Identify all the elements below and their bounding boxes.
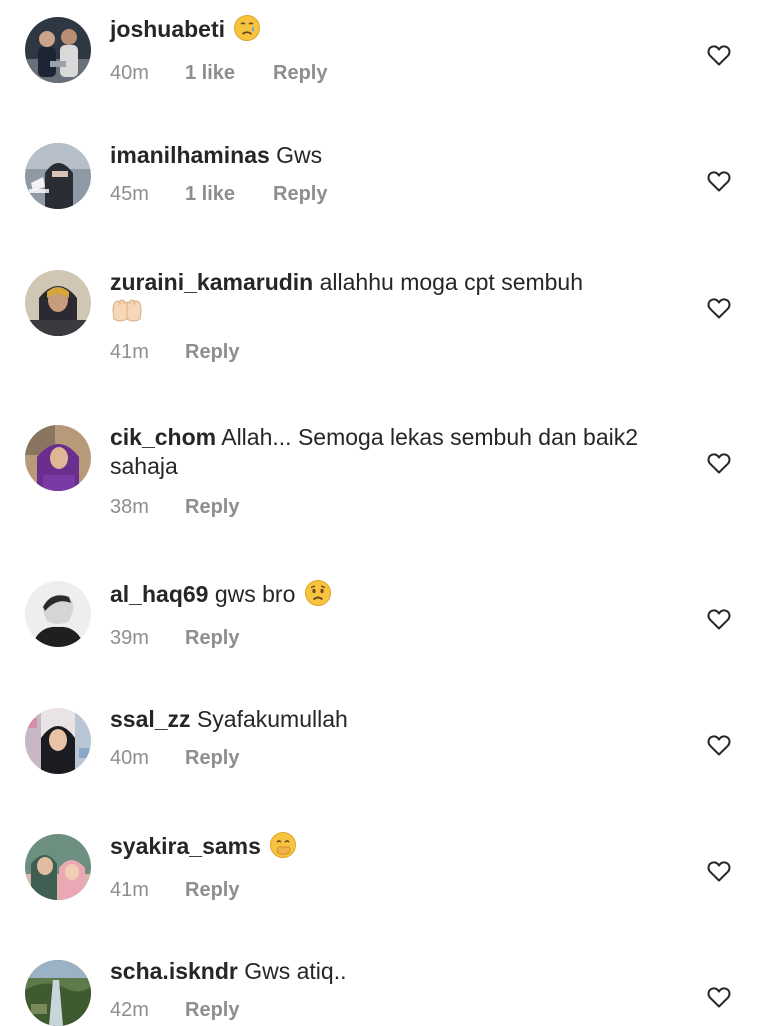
reply-button[interactable]: Reply (185, 495, 239, 519)
face-with-hand-over-mouth-emoji (269, 831, 297, 866)
comment-line: imanilhaminas Gws (110, 141, 670, 170)
comment-meta: 41m Reply (110, 340, 670, 364)
avatar[interactable] (25, 834, 91, 900)
comment-time: 40m (110, 747, 149, 769)
avatar-image (25, 425, 91, 491)
avatar[interactable] (25, 425, 91, 491)
comment-text: gws bro (214, 581, 296, 607)
reply-button[interactable]: Reply (273, 61, 327, 85)
avatar-image (25, 17, 91, 83)
username-link[interactable]: imanilhaminas (110, 142, 270, 168)
comment-line: al_haq69 gws bro (110, 579, 670, 614)
username-link[interactable]: syakira_sams (110, 833, 261, 859)
username-link[interactable]: scha.iskndr (110, 958, 238, 984)
crying-face-emoji (233, 14, 261, 49)
comment-line: scha.iskndr Gws atiq.. (110, 957, 670, 986)
avatar[interactable] (25, 581, 91, 647)
comment-line: ssal_zz Syafakumullah (110, 705, 670, 734)
comment-meta: 40m Reply (110, 746, 670, 770)
heart-icon[interactable] (706, 858, 732, 884)
comment-meta: 42m Reply (110, 998, 670, 1022)
reply-button[interactable]: Reply (185, 746, 239, 770)
comment-text: Gws (276, 142, 323, 168)
worried-face-emoji (304, 579, 332, 614)
avatar-image (25, 143, 91, 209)
comment-time: 42m (110, 999, 149, 1021)
comment-meta: 40m 1 like Reply (110, 61, 670, 85)
username-link[interactable]: joshuabeti (110, 16, 225, 42)
reply-button[interactable]: Reply (273, 182, 327, 206)
comment-line: joshuabeti (110, 14, 670, 49)
comment-time: 39m (110, 627, 149, 649)
comment-time: 41m (110, 879, 149, 901)
reply-button[interactable]: Reply (185, 878, 239, 902)
comment-time: 45m (110, 183, 149, 205)
heart-icon[interactable] (706, 606, 732, 632)
palms-up-together-emoji (110, 297, 144, 332)
heart-icon[interactable] (706, 168, 732, 194)
heart-icon[interactable] (706, 450, 732, 476)
likes-count[interactable]: 1 like (185, 182, 273, 206)
reply-button[interactable]: Reply (185, 626, 239, 650)
heart-icon[interactable] (706, 984, 732, 1010)
username-link[interactable]: zuraini_kamarudin (110, 269, 313, 295)
avatar-image (25, 834, 91, 900)
comment-meta: 39m Reply (110, 626, 670, 650)
heart-icon[interactable] (706, 295, 732, 321)
avatar[interactable] (25, 708, 91, 774)
comment-meta: 45m 1 like Reply (110, 182, 670, 206)
avatar-image (25, 708, 91, 774)
comment-time: 40m (110, 62, 149, 84)
username-link[interactable]: al_haq69 (110, 581, 208, 607)
avatar-image (25, 581, 91, 647)
heart-icon[interactable] (706, 732, 732, 758)
avatar[interactable] (25, 960, 91, 1026)
comment-time: 38m (110, 496, 149, 518)
comment-text: allahhu moga cpt sembuh (319, 269, 584, 295)
heart-icon[interactable] (706, 42, 732, 68)
reply-button[interactable]: Reply (185, 998, 239, 1022)
likes-count[interactable]: 1 like (185, 61, 273, 85)
avatar[interactable] (25, 270, 91, 336)
comment-time: 41m (110, 341, 149, 363)
comment-text: Gws atiq.. (244, 958, 347, 984)
username-link[interactable]: ssal_zz (110, 706, 191, 732)
comment-line: cik_chom Allah... Semoga lekas sembuh da… (110, 423, 670, 481)
avatar[interactable] (25, 143, 91, 209)
comment-text: Syafakumullah (196, 706, 348, 732)
comment-meta: 41m Reply (110, 878, 670, 902)
avatar[interactable] (25, 17, 91, 83)
comment-meta: 38m Reply (110, 495, 670, 519)
avatar-image (25, 960, 91, 1026)
comment-line: zuraini_kamarudin allahhu moga cpt sembu… (110, 268, 670, 332)
reply-button[interactable]: Reply (185, 340, 239, 364)
avatar-image (25, 270, 91, 336)
username-link[interactable]: cik_chom (110, 424, 216, 450)
comment-line: syakira_sams (110, 831, 670, 866)
